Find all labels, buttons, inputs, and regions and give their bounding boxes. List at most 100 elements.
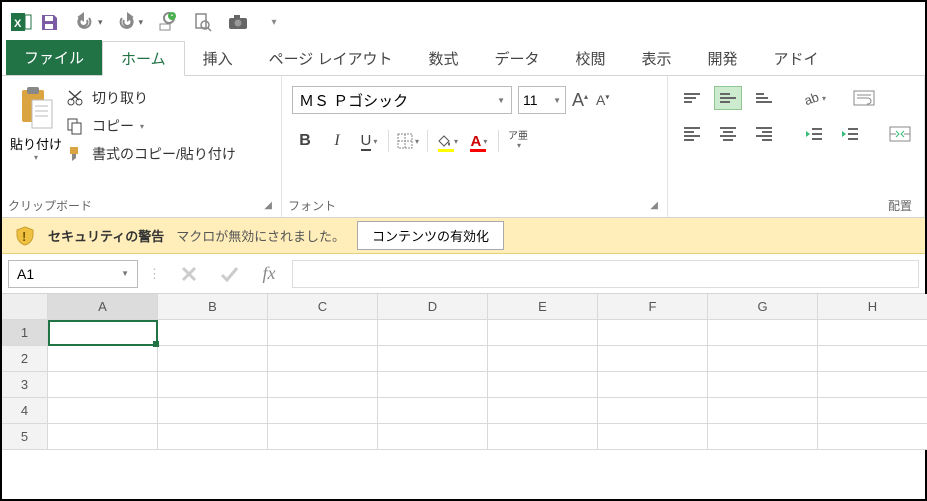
cell-A4[interactable] [48,398,158,424]
col-header-D[interactable]: D [378,294,488,320]
cell-H5[interactable] [818,424,927,450]
row-header-2[interactable]: 2 [2,346,48,372]
cell-C4[interactable] [268,398,378,424]
tab-formulas[interactable]: 数式 [410,42,476,75]
formula-input[interactable] [292,260,919,288]
redo-icon[interactable] [113,9,139,35]
cell-G2[interactable] [708,346,818,372]
cell-A2[interactable] [48,346,158,372]
cell-C1[interactable] [268,320,378,346]
touch-mode-icon[interactable] [153,9,179,35]
undo-dropdown-icon[interactable]: ▾ [98,17,103,28]
tab-file[interactable]: ファイル [6,40,102,75]
cell-H3[interactable] [818,372,927,398]
cell-G3[interactable] [708,372,818,398]
insert-function-button[interactable]: fx [252,260,286,288]
align-middle-button[interactable] [714,86,742,110]
tab-page-layout[interactable]: ページ レイアウト [251,42,411,75]
cell-G4[interactable] [708,398,818,424]
italic-button[interactable]: I [324,128,350,154]
cell-H4[interactable] [818,398,927,424]
format-painter-button[interactable]: 書式のコピー/貼り付け [66,144,236,164]
cell-F3[interactable] [598,372,708,398]
cell-B1[interactable] [158,320,268,346]
borders-button[interactable]: ▾ [395,128,421,154]
select-all-corner[interactable] [2,294,48,320]
redo-dropdown-icon[interactable]: ▾ [139,17,144,28]
col-header-H[interactable]: H [818,294,927,320]
camera-icon[interactable] [225,9,251,35]
row-header-3[interactable]: 3 [2,372,48,398]
name-box[interactable]: A1 ▼ [8,260,138,288]
copy-button[interactable]: コピー ▾ [66,116,236,136]
cell-D2[interactable] [378,346,488,372]
underline-dropdown-icon[interactable]: ▾ [373,137,377,146]
borders-dropdown-icon[interactable]: ▾ [415,137,419,146]
wrap-text-button[interactable] [850,86,878,110]
undo-icon[interactable] [72,9,98,35]
col-header-A[interactable]: A [48,294,158,320]
cell-F1[interactable] [598,320,708,346]
cell-A3[interactable] [48,372,158,398]
save-icon[interactable] [36,9,62,35]
align-bottom-button[interactable] [750,86,778,110]
row-header-5[interactable]: 5 [2,424,48,450]
row-header-4[interactable]: 4 [2,398,48,424]
paste-dropdown-icon[interactable]: ▾ [34,153,38,162]
shrink-font-button[interactable]: A▾ [596,92,609,108]
cell-D4[interactable] [378,398,488,424]
phonetic-button[interactable]: ア亜 ▾ [505,128,531,154]
cell-G5[interactable] [708,424,818,450]
tab-insert[interactable]: 挿入 [185,42,251,75]
copy-dropdown-icon[interactable]: ▾ [140,122,144,131]
col-header-C[interactable]: C [268,294,378,320]
col-header-B[interactable]: B [158,294,268,320]
align-center-button[interactable] [714,122,742,146]
clipboard-dialog-launcher-icon[interactable]: ◢ [261,200,275,211]
cell-F2[interactable] [598,346,708,372]
underline-button[interactable]: U▾ [356,128,382,154]
cell-H1[interactable] [818,320,927,346]
cell-F5[interactable] [598,424,708,450]
paste-button[interactable]: 貼り付け ▾ [8,80,64,162]
tab-review[interactable]: 校閲 [558,42,624,75]
cell-E3[interactable] [488,372,598,398]
cell-G1[interactable] [708,320,818,346]
fill-dropdown-icon[interactable]: ▾ [454,137,458,146]
cell-C3[interactable] [268,372,378,398]
merge-button[interactable] [886,122,914,146]
font-name-select[interactable]: ＭＳ Ｐゴシック ▼ [292,86,512,114]
cell-C5[interactable] [268,424,378,450]
decrease-indent-button[interactable] [800,122,828,146]
cell-D5[interactable] [378,424,488,450]
print-preview-icon[interactable] [189,9,215,35]
phonetic-dropdown-icon[interactable]: ▾ [517,141,521,150]
enable-content-button[interactable]: コンテンツの有効化 [357,221,504,250]
cell-B4[interactable] [158,398,268,424]
cell-F4[interactable] [598,398,708,424]
col-header-F[interactable]: F [598,294,708,320]
font-color-button[interactable]: A ▾ [466,128,492,154]
cell-A5[interactable] [48,424,158,450]
align-left-button[interactable] [678,122,706,146]
col-header-E[interactable]: E [488,294,598,320]
col-header-G[interactable]: G [708,294,818,320]
cut-button[interactable]: 切り取り [66,88,236,108]
name-box-dropdown-icon[interactable]: ▼ [121,269,129,278]
font-dialog-launcher-icon[interactable]: ◢ [647,200,661,211]
tab-developer[interactable]: 開発 [690,42,756,75]
cell-E4[interactable] [488,398,598,424]
qat-customize-icon[interactable]: ▾ [261,9,287,35]
font-size-select[interactable]: 11 ▼ [518,86,566,114]
orientation-button[interactable]: ab▾ [800,86,828,110]
align-top-button[interactable] [678,86,706,110]
cancel-formula-button[interactable] [172,260,206,288]
bold-button[interactable]: B [292,128,318,154]
grow-font-button[interactable]: A▴ [572,90,588,111]
font-color-dropdown-icon[interactable]: ▾ [483,137,487,146]
fill-color-button[interactable]: ▾ [434,128,460,154]
cell-A1[interactable] [48,320,158,346]
cell-E2[interactable] [488,346,598,372]
cell-D1[interactable] [378,320,488,346]
increase-indent-button[interactable] [836,122,864,146]
